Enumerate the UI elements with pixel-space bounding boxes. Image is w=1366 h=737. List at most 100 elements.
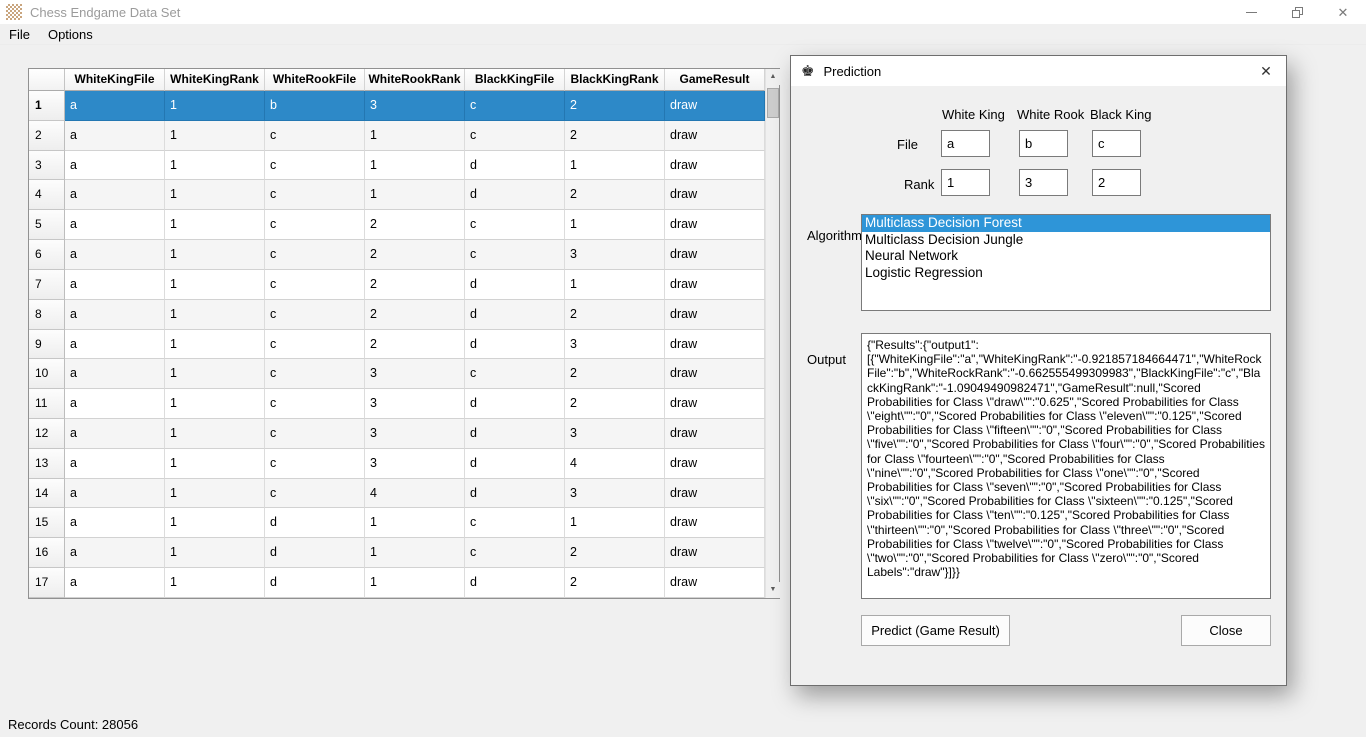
table-cell[interactable]: 1 — [165, 240, 265, 270]
table-cell[interactable]: draw — [665, 449, 765, 479]
row-header[interactable]: 1 — [29, 91, 65, 121]
row-header[interactable]: 15 — [29, 508, 65, 538]
table-cell[interactable]: 1 — [165, 538, 265, 568]
table-cell[interactable]: a — [65, 568, 165, 598]
row-header[interactable]: 5 — [29, 210, 65, 240]
row-header[interactable]: 13 — [29, 449, 65, 479]
table-cell[interactable]: 2 — [365, 330, 465, 360]
table-cell[interactable]: 1 — [165, 210, 265, 240]
table-cell[interactable]: d — [465, 151, 565, 181]
table-cell[interactable]: 4 — [565, 449, 665, 479]
algorithm-item[interactable]: Neural Network — [862, 248, 1270, 265]
table-cell[interactable]: 2 — [365, 210, 465, 240]
scroll-thumb[interactable] — [767, 88, 779, 118]
table-cell[interactable]: c — [465, 121, 565, 151]
table-cell[interactable]: 3 — [365, 419, 465, 449]
table-cell[interactable]: 2 — [365, 270, 465, 300]
black-king-file-input[interactable] — [1092, 130, 1141, 157]
table-cell[interactable]: a — [65, 389, 165, 419]
table-cell[interactable]: d — [465, 479, 565, 509]
table-cell[interactable]: 2 — [365, 240, 465, 270]
table-cell[interactable]: c — [265, 151, 365, 181]
table-cell[interactable]: draw — [665, 151, 765, 181]
table-cell[interactable]: c — [265, 270, 365, 300]
column-header[interactable]: WhiteRookRank — [365, 69, 465, 91]
row-header[interactable]: 6 — [29, 240, 65, 270]
table-cell[interactable]: 1 — [165, 449, 265, 479]
table-cell[interactable]: 3 — [365, 449, 465, 479]
row-header[interactable]: 10 — [29, 359, 65, 389]
table-cell[interactable]: a — [65, 210, 165, 240]
table-cell[interactable]: 1 — [165, 300, 265, 330]
table-cell[interactable]: 1 — [365, 538, 465, 568]
table-cell[interactable]: draw — [665, 91, 765, 121]
scroll-up-icon[interactable]: ▲ — [766, 69, 780, 85]
table-cell[interactable]: c — [465, 240, 565, 270]
algorithm-item[interactable]: Logistic Regression — [862, 265, 1270, 282]
table-cell[interactable]: c — [465, 210, 565, 240]
table-cell[interactable]: 3 — [565, 240, 665, 270]
table-cell[interactable]: d — [465, 449, 565, 479]
row-header[interactable]: 14 — [29, 479, 65, 509]
white-king-rank-input[interactable] — [941, 169, 990, 196]
table-cell[interactable]: c — [265, 121, 365, 151]
table-cell[interactable]: 1 — [565, 151, 665, 181]
algorithm-item[interactable]: Multiclass Decision Jungle — [862, 232, 1270, 249]
table-cell[interactable]: draw — [665, 180, 765, 210]
table-cell[interactable]: 1 — [365, 508, 465, 538]
row-header[interactable]: 12 — [29, 419, 65, 449]
table-cell[interactable]: 1 — [165, 568, 265, 598]
row-header[interactable]: 4 — [29, 180, 65, 210]
column-header[interactable]: GameResult — [665, 69, 765, 91]
row-header[interactable]: 16 — [29, 538, 65, 568]
table-cell[interactable]: a — [65, 180, 165, 210]
row-header[interactable]: 17 — [29, 568, 65, 598]
table-cell[interactable]: 3 — [565, 330, 665, 360]
table-cell[interactable]: d — [465, 330, 565, 360]
row-header[interactable]: 3 — [29, 151, 65, 181]
table-cell[interactable]: 1 — [565, 270, 665, 300]
algorithm-item[interactable]: Multiclass Decision Forest — [862, 215, 1270, 232]
close-button[interactable]: ✕ — [1320, 0, 1366, 24]
table-cell[interactable]: d — [465, 389, 565, 419]
table-cell[interactable]: 1 — [165, 479, 265, 509]
row-header[interactable]: 9 — [29, 330, 65, 360]
row-header[interactable]: 2 — [29, 121, 65, 151]
table-cell[interactable]: c — [465, 508, 565, 538]
table-cell[interactable]: c — [265, 180, 365, 210]
table-cell[interactable]: a — [65, 300, 165, 330]
table-cell[interactable]: d — [465, 270, 565, 300]
table-cell[interactable]: a — [65, 479, 165, 509]
maximize-button[interactable] — [1274, 0, 1320, 24]
menu-file[interactable]: File — [0, 24, 39, 45]
table-cell[interactable]: a — [65, 121, 165, 151]
predict-button[interactable]: Predict (Game Result) — [861, 615, 1010, 646]
table-cell[interactable]: draw — [665, 538, 765, 568]
table-cell[interactable]: c — [265, 449, 365, 479]
table-cell[interactable]: c — [265, 389, 365, 419]
table-cell[interactable]: 1 — [165, 330, 265, 360]
table-cell[interactable]: a — [65, 508, 165, 538]
table-cell[interactable]: d — [265, 568, 365, 598]
table-cell[interactable]: 1 — [165, 151, 265, 181]
table-cell[interactable]: draw — [665, 330, 765, 360]
table-cell[interactable]: 1 — [165, 508, 265, 538]
table-cell[interactable]: 2 — [565, 180, 665, 210]
table-cell[interactable]: draw — [665, 240, 765, 270]
table-cell[interactable]: 1 — [365, 180, 465, 210]
table-cell[interactable]: 1 — [165, 359, 265, 389]
table-cell[interactable]: c — [265, 419, 365, 449]
white-rook-file-input[interactable] — [1019, 130, 1068, 157]
table-cell[interactable]: draw — [665, 479, 765, 509]
column-header[interactable]: WhiteKingFile — [65, 69, 165, 91]
white-king-file-input[interactable] — [941, 130, 990, 157]
menu-options[interactable]: Options — [39, 24, 102, 45]
table-cell[interactable]: draw — [665, 568, 765, 598]
table-cell[interactable]: d — [465, 419, 565, 449]
table-cell[interactable]: 2 — [565, 359, 665, 389]
table-cell[interactable]: c — [465, 538, 565, 568]
table-cell[interactable]: draw — [665, 270, 765, 300]
table-cell[interactable]: draw — [665, 419, 765, 449]
table-cell[interactable]: a — [65, 270, 165, 300]
table-cell[interactable]: 1 — [165, 419, 265, 449]
